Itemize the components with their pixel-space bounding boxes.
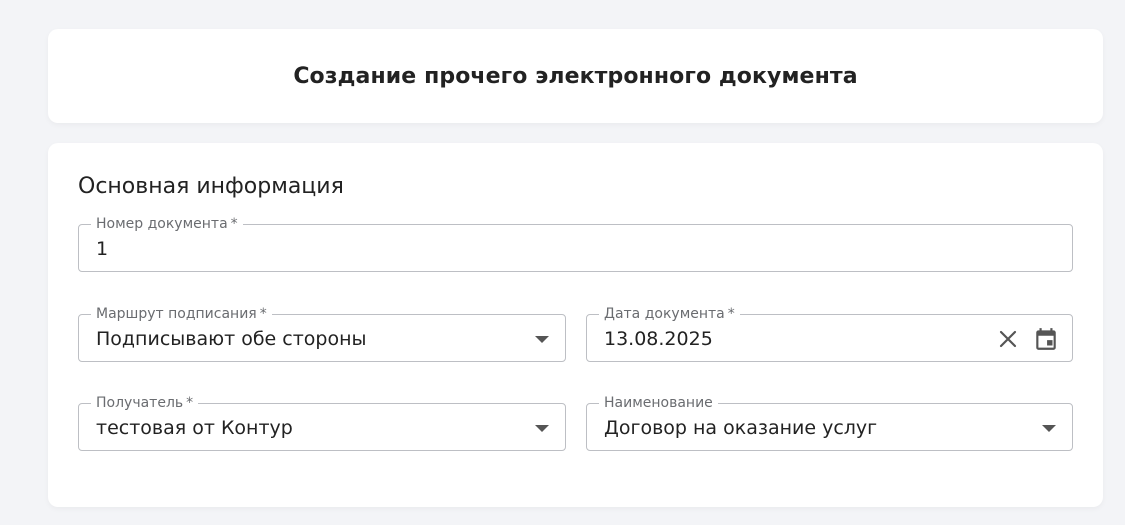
close-icon[interactable] [994, 325, 1022, 353]
required-mark: * [230, 216, 238, 232]
name-select[interactable]: Наименование Договор на оказание услуг [586, 394, 1073, 451]
name-label: Наименование [599, 394, 718, 412]
section-title: Основная информация [78, 174, 344, 199]
page-title: Создание прочего электронного документа [293, 63, 858, 89]
doc-date-value: 13.08.2025 [604, 328, 713, 350]
calendar-icon[interactable] [1032, 325, 1060, 353]
doc-date-label: Дата документа * [599, 305, 740, 323]
required-mark: * [259, 306, 267, 322]
signing-route-label: Маршрут подписания * [91, 305, 272, 323]
form-card: Основная информация Номер документа * 1 М… [48, 143, 1103, 507]
name-value: Договор на оказание услуг [604, 417, 878, 439]
chevron-down-icon[interactable] [1042, 425, 1056, 432]
signing-route-value: Подписывают обе стороны [96, 328, 367, 350]
chevron-down-icon[interactable] [535, 336, 549, 343]
recipient-label: Получатель * [91, 394, 199, 412]
header-card: Создание прочего электронного документа [48, 29, 1103, 123]
recipient-value: тестовая от Контур [96, 417, 293, 439]
recipient-select[interactable]: Получатель * тестовая от Контур [78, 394, 566, 451]
doc-number-field[interactable]: Номер документа * 1 [78, 215, 1073, 272]
chevron-down-icon[interactable] [535, 425, 549, 432]
required-mark: * [186, 395, 194, 411]
doc-number-label: Номер документа * [91, 215, 243, 233]
doc-date-field[interactable]: Дата документа * 13.08.2025 [586, 305, 1073, 362]
doc-number-value: 1 [96, 238, 109, 260]
signing-route-select[interactable]: Маршрут подписания * Подписывают обе стор… [78, 305, 566, 362]
required-mark: * [727, 306, 735, 322]
